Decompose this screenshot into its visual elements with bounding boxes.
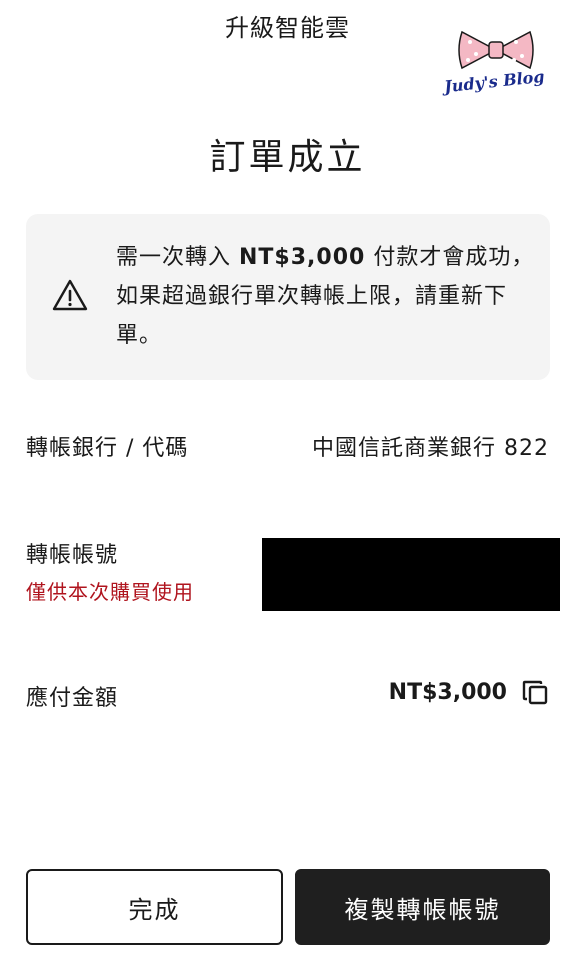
page-title: 訂單成立	[209, 137, 366, 178]
notice-text-before: 需一次轉入	[116, 245, 239, 270]
account-label: 轉帳帳號	[26, 543, 119, 568]
copy-account-button[interactable]: 複製轉帳帳號	[295, 869, 550, 945]
bow-icon	[458, 30, 534, 70]
warning-icon	[52, 279, 88, 311]
notice-text: 需一次轉入 NT$3,000 付款才會成功，如果超過銀行單次轉帳上限，請重新下單…	[116, 238, 536, 355]
account-number-redacted	[262, 538, 560, 611]
amount-row: NT$3,000	[389, 678, 549, 706]
copy-icon[interactable]	[521, 678, 549, 706]
notice-amount: NT$3,000	[239, 245, 366, 270]
amount-value: NT$3,000	[388, 679, 507, 705]
done-button[interactable]: 完成	[26, 869, 283, 945]
bank-label: 轉帳銀行 / 代碼	[26, 436, 189, 461]
account-note: 僅供本次購買使用	[26, 580, 194, 604]
notice-box: 需一次轉入 NT$3,000 付款才會成功，如果超過銀行單次轉帳上限，請重新下單…	[26, 214, 550, 380]
amount-label: 應付金額	[26, 686, 119, 711]
blog-watermark: Judy's Blog	[440, 28, 550, 98]
bank-value: 中國信託商業銀行 822	[312, 436, 549, 461]
